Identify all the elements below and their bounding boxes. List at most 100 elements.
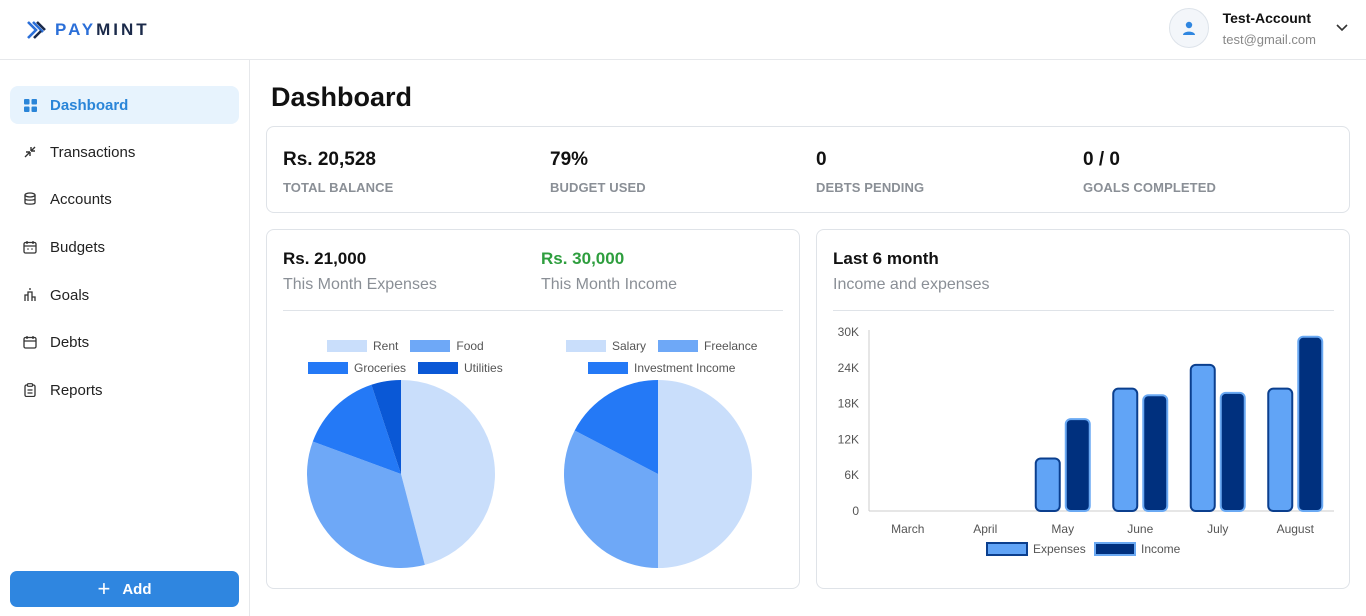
expenses-legend-row-1: Rent Food [327, 339, 484, 353]
goals-icon [23, 288, 37, 302]
income-legend-row-1: Salary Freelance [566, 339, 757, 353]
add-button-label: Add [122, 580, 152, 598]
user-icon [1182, 21, 1195, 35]
divider [283, 310, 783, 311]
sidebar: Dashboard Transactions Accounts Budgets … [0, 60, 250, 616]
bar-income-june[interactable] [1142, 394, 1169, 512]
legend-swatch [658, 340, 699, 352]
legend-swatch [327, 340, 367, 352]
stat-value: Rs. 20,528 [283, 149, 376, 170]
sidebar-item-budgets[interactable]: Budgets [10, 228, 239, 266]
month-income: Rs. 30,000 This Month Income [541, 249, 677, 294]
transactions-icon [23, 145, 37, 159]
user-name: Test-Account [1222, 9, 1312, 26]
x-tick-label: July [1207, 522, 1228, 536]
history-subtitle: Income and expenses [833, 276, 990, 293]
legend-swatch [410, 340, 451, 352]
stat-budget-used: 79% BUDGET USED [550, 149, 646, 195]
bar-expenses-july[interactable] [1189, 363, 1216, 512]
expenses-legend-row-2: Groceries Utilities [308, 361, 503, 375]
sidebar-item-label: Transactions [50, 143, 136, 161]
legend-label: Salary [612, 339, 647, 353]
brand-name: PAYMINT [55, 20, 150, 39]
history-header: Last 6 month Income and expenses [833, 249, 990, 294]
sidebar-item-label: Debts [50, 333, 90, 351]
sidebar-item-debts[interactable]: Debts [10, 323, 239, 361]
brand-logo[interactable]: PAYMINT [26, 20, 150, 40]
legend-label: Rent [373, 339, 399, 353]
y-tick-label: 30K [838, 325, 859, 339]
stat-goals-completed: 0 / 0 GOALS COMPLETED [1083, 149, 1216, 195]
stat-value: 0 [816, 149, 827, 170]
bar-expenses-may[interactable] [1034, 457, 1061, 512]
y-tick-label: 6K [844, 468, 859, 482]
x-tick-label: June [1127, 522, 1153, 536]
bar-income-july[interactable] [1219, 391, 1246, 512]
stat-label: TOTAL BALANCE [283, 180, 394, 195]
avatar[interactable] [1168, 8, 1209, 48]
this-month-card: Rs. 21,000 This Month Expenses Rs. 30,00… [266, 229, 800, 589]
sidebar-item-label: Accounts [50, 190, 112, 208]
income-pie-chart [564, 380, 752, 568]
expenses-value: Rs. 21,000 [283, 249, 367, 268]
plus-icon: + [97, 576, 111, 601]
legend-label: Utilities [464, 361, 503, 375]
sidebar-item-accounts[interactable]: Accounts [10, 180, 239, 218]
bar-income-may[interactable] [1064, 418, 1091, 512]
bar-expenses-august[interactable] [1267, 387, 1294, 512]
sidebar-item-transactions[interactable]: Transactions [10, 133, 239, 171]
legend-label: Expenses [1033, 542, 1086, 556]
stat-label: DEBTS PENDING [816, 180, 925, 195]
sidebar-item-label: Budgets [50, 238, 106, 256]
sidebar-item-goals[interactable]: Goals [10, 276, 239, 314]
income-legend-row-2: Investment Income [588, 361, 735, 375]
budgets-icon [23, 240, 37, 254]
top-bar: PAYMINT Test-Account test@gmail.com [0, 0, 1366, 60]
x-tick-label: May [1051, 522, 1074, 536]
divider [833, 310, 1334, 311]
pie-slice-salary[interactable] [658, 380, 752, 568]
history-title: Last 6 month [833, 249, 939, 268]
paymint-logo-icon [27, 21, 46, 39]
x-tick-label: March [891, 522, 924, 536]
sidebar-item-label: Goals [50, 286, 90, 304]
reports-icon [23, 383, 37, 397]
legend-swatch [986, 542, 1028, 556]
chevron-down-icon[interactable] [1336, 24, 1348, 32]
legend-label: Food [456, 339, 484, 353]
user-email: test@gmail.com [1222, 31, 1316, 47]
accounts-icon [23, 192, 37, 206]
stats-card: Rs. 20,528 TOTAL BALANCE 79% BUDGET USED… [266, 126, 1350, 213]
expenses-label: This Month Expenses [283, 276, 437, 293]
legend-label: Groceries [354, 361, 407, 375]
bar-expenses-june[interactable] [1112, 387, 1139, 512]
bar-income-august[interactable] [1297, 335, 1324, 513]
page-title: Dashboard [271, 82, 413, 112]
legend-label: Freelance [704, 339, 758, 353]
legend-swatch [566, 340, 606, 352]
expenses-pie-chart [307, 380, 495, 568]
y-tick-label: 18K [838, 397, 859, 411]
stat-total-balance: Rs. 20,528 TOTAL BALANCE [283, 149, 393, 195]
sidebar-item-reports[interactable]: Reports [10, 371, 239, 409]
y-tick-label: 24K [838, 361, 859, 375]
last-six-month-card: Last 6 month Income and expenses 0 6K 12K 1… [816, 229, 1350, 589]
legend-swatch [418, 362, 459, 374]
month-expenses: Rs. 21,000 This Month Expenses [283, 249, 437, 294]
stat-debts-pending: 0 DEBTS PENDING [816, 149, 924, 195]
legend-label: Investment Income [634, 361, 736, 375]
sidebar-item-label: Reports [50, 381, 103, 399]
stat-value: 79% [550, 149, 589, 170]
y-tick-label: 0 [852, 504, 859, 518]
income-label: This Month Income [541, 276, 678, 293]
debts-icon [23, 335, 37, 349]
y-tick-label: 12K [838, 432, 859, 446]
x-tick-label: April [973, 522, 997, 536]
sidebar-item-dashboard[interactable]: Dashboard [10, 86, 239, 124]
user-menu[interactable]: Test-Account test@gmail.com [1168, 8, 1348, 48]
stat-value: 0 / 0 [1083, 149, 1120, 170]
add-button[interactable]: + Add [10, 571, 239, 607]
legend-swatch [588, 362, 628, 374]
legend-swatch [1094, 542, 1136, 556]
income-expenses-bar-chart: 0 6K 12K 18K 24K 30K March April May June July Augu… [838, 325, 1334, 556]
